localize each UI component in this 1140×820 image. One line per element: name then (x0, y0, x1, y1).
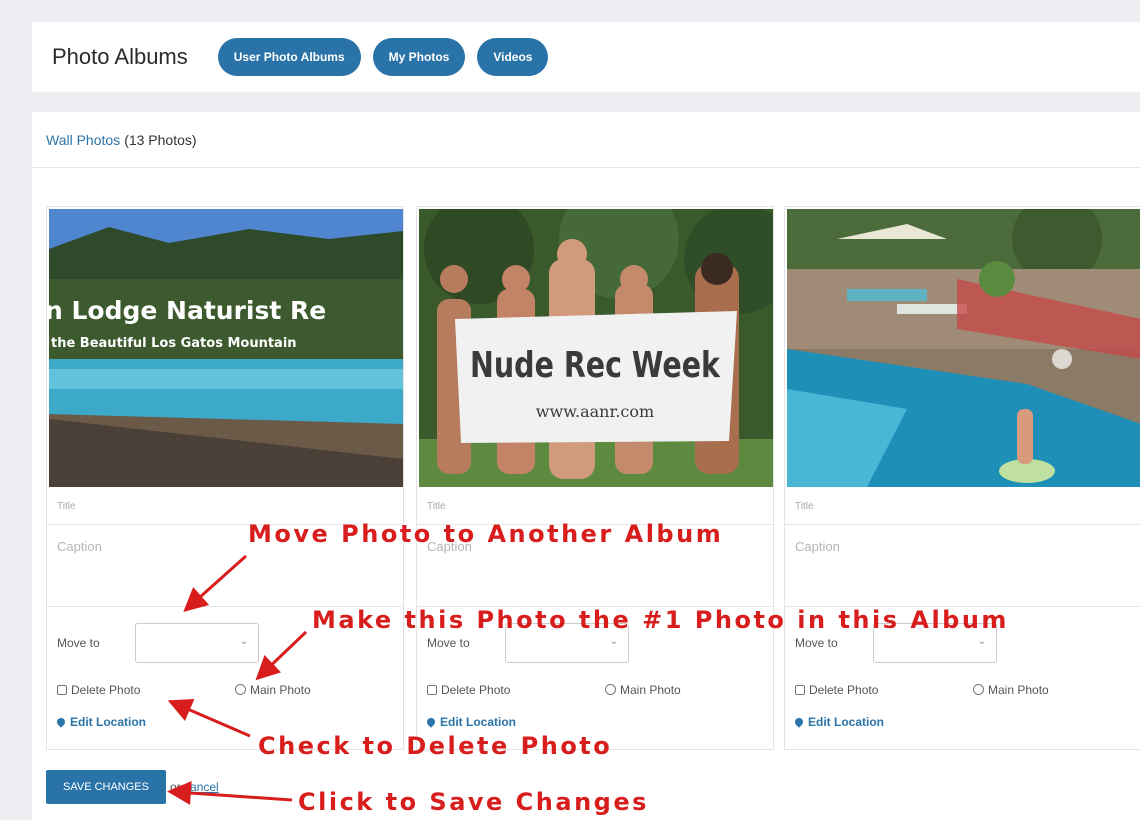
delete-label-2: Delete Photo (441, 683, 511, 697)
map-pin-icon (425, 716, 437, 728)
edit-location-label-2: Edit Location (440, 715, 516, 729)
checkbox-icon[interactable] (427, 685, 437, 695)
main-label-3: Main Photo (988, 683, 1049, 697)
tab-videos[interactable]: Videos (477, 38, 549, 76)
radio-icon[interactable] (235, 684, 246, 695)
tab-my-photos[interactable]: My Photos (372, 38, 466, 76)
chevron-down-icon: ⌄ (239, 636, 248, 647)
or-text: or (170, 780, 181, 794)
album-link[interactable]: Wall Photos (46, 132, 120, 148)
photo-image-2: Nude Rec Week www.aanr.com (419, 209, 773, 487)
main-photo-radio-2[interactable]: Main Photo (605, 683, 681, 697)
photo-count: (13 Photos) (124, 131, 197, 148)
photo-image-1: n Lodge Naturist Re the Beautiful Los Ga… (49, 209, 403, 487)
delete-photo-checkbox-2[interactable]: Delete Photo (427, 683, 510, 697)
photo-image-3 (787, 209, 1140, 487)
annotation-delete: Check to Delete Photo (258, 732, 613, 760)
edit-location-label-1: Edit Location (70, 715, 146, 729)
checkbox-icon[interactable] (57, 685, 67, 695)
delete-photo-checkbox-3[interactable]: Delete Photo (795, 683, 878, 697)
or-cancel: or cancel (170, 780, 219, 794)
album-panel: Wall Photos (13 Photos) n Lodge Naturist… (32, 112, 1140, 820)
main-label-1: Main Photo (250, 683, 311, 697)
save-changes-button[interactable]: SAVE CHANGES (46, 770, 166, 804)
edit-location-label-3: Edit Location (808, 715, 884, 729)
edit-location-link-1[interactable]: Edit Location (55, 715, 146, 729)
main-label-2: Main Photo (620, 683, 681, 697)
overlay-text-1: n Lodge Naturist Re (49, 296, 326, 325)
main-photo-radio-1[interactable]: Main Photo (235, 683, 311, 697)
album-header: Wall Photos (13 Photos) (32, 112, 1140, 168)
banner-url: www.aanr.com (536, 402, 654, 421)
move-label-1: Move to (57, 636, 100, 650)
main-photo-radio-3[interactable]: Main Photo (973, 683, 1049, 697)
move-label-3: Move to (795, 636, 838, 650)
banner-main: Nude Rec Week (470, 345, 721, 386)
radio-icon[interactable] (973, 684, 984, 695)
photo-card-3: Title Caption Move to ⌄ Delete Photo Mai… (784, 206, 1140, 750)
move-select-1[interactable]: ⌄ (135, 623, 259, 663)
map-pin-icon (793, 716, 805, 728)
tab-user-photo-albums[interactable]: User Photo Albums (217, 38, 361, 76)
map-pin-icon (55, 716, 67, 728)
caption-input-3[interactable]: Caption (785, 525, 1140, 607)
title-input-3[interactable]: Title (785, 489, 1140, 525)
checkbox-icon[interactable] (795, 685, 805, 695)
chevron-down-icon: ⌄ (977, 636, 986, 647)
photo-card-1: n Lodge Naturist Re the Beautiful Los Ga… (46, 206, 404, 750)
edit-location-link-2[interactable]: Edit Location (425, 715, 516, 729)
delete-label-1: Delete Photo (71, 683, 141, 697)
photo-card-2: Nude Rec Week www.aanr.com Title Caption… (416, 206, 774, 750)
header-bar: Photo Albums User Photo Albums My Photos… (32, 22, 1140, 92)
delete-photo-checkbox-1[interactable]: Delete Photo (57, 683, 140, 697)
annotation-save: Click to Save Changes (298, 788, 649, 816)
cancel-link[interactable]: cancel (184, 780, 219, 794)
annotation-main: Make this Photo the #1 Photo in this Alb… (312, 606, 1009, 634)
overlay-text-2: the Beautiful Los Gatos Mountain (51, 336, 297, 351)
delete-label-3: Delete Photo (809, 683, 879, 697)
move-row-1: Move to ⌄ (57, 623, 259, 663)
move-label-2: Move to (427, 636, 470, 650)
annotation-move: Move Photo to Another Album (248, 520, 724, 548)
chevron-down-icon: ⌄ (609, 636, 618, 647)
edit-location-link-3[interactable]: Edit Location (793, 715, 884, 729)
radio-icon[interactable] (605, 684, 616, 695)
page-title: Photo Albums (52, 44, 188, 69)
